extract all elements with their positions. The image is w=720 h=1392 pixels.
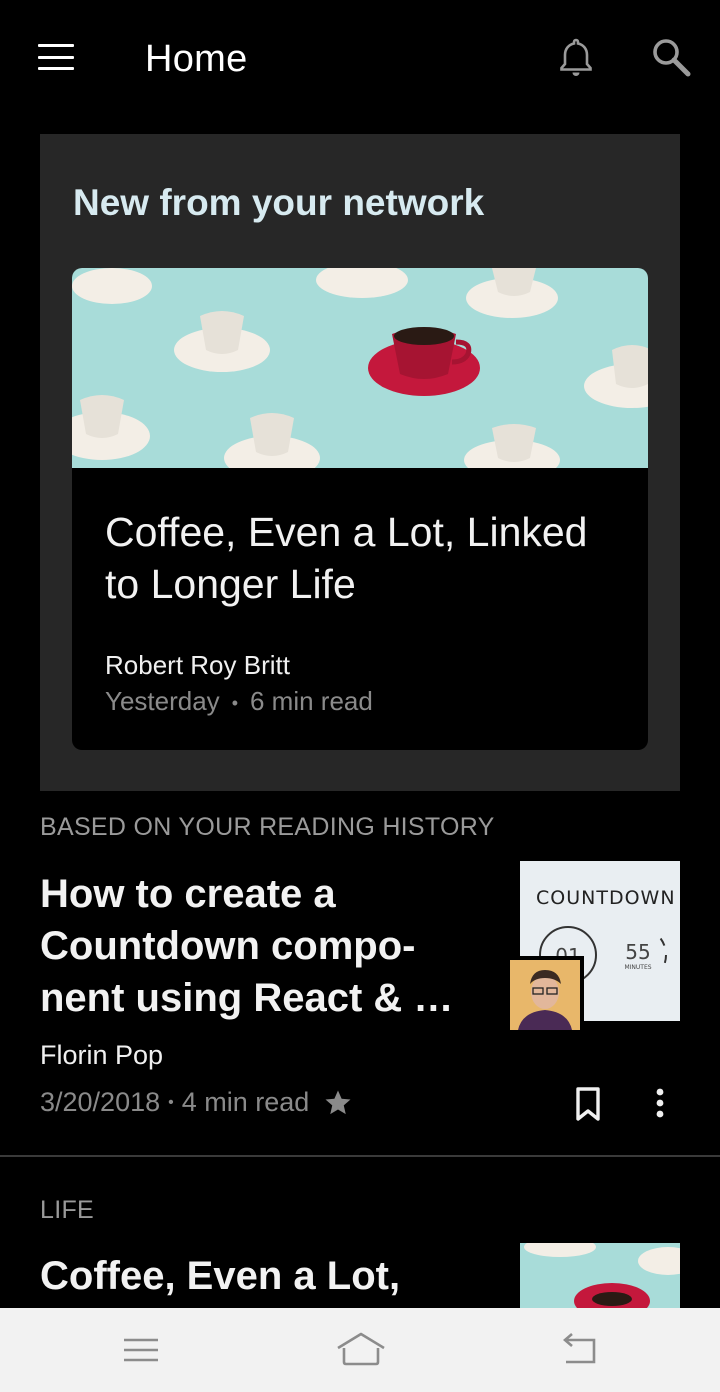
article-title-life[interactable]: Coffee, Even a Lot, bbox=[40, 1250, 490, 1302]
story-title: Coffee, Even a Lot, Linked to Longer Lif… bbox=[105, 509, 588, 607]
section-label-reading-history: BASED ON YOUR READING HISTORY bbox=[40, 813, 495, 841]
page-title: Home bbox=[145, 38, 248, 80]
thumbnail-caption: COUNTDOWN bbox=[536, 887, 676, 909]
section-divider bbox=[0, 1155, 720, 1157]
search-icon[interactable] bbox=[650, 36, 692, 78]
hamburger-menu-icon[interactable] bbox=[38, 44, 74, 70]
section-label-life: LIFE bbox=[40, 1196, 94, 1224]
article-read-time: 4 min read bbox=[181, 1087, 310, 1117]
separator-dot: • bbox=[231, 692, 238, 713]
author-avatar[interactable] bbox=[506, 956, 584, 1034]
separator-dot: • bbox=[168, 1093, 174, 1111]
countdown-number-2: 55 bbox=[625, 940, 650, 964]
bookmark-icon[interactable] bbox=[574, 1086, 602, 1122]
countdown-unit: MINUTES bbox=[624, 964, 651, 971]
coffee-cups-image bbox=[72, 268, 648, 468]
article-author[interactable]: Florin Pop bbox=[40, 1040, 163, 1071]
network-heading: New from your network bbox=[73, 182, 485, 223]
recent-apps-icon[interactable] bbox=[116, 1328, 166, 1372]
home-nav-icon[interactable] bbox=[334, 1328, 388, 1372]
star-icon bbox=[325, 1090, 351, 1114]
article-title[interactable]: How to create a Countdown compo-nent usi… bbox=[40, 868, 490, 1024]
story-read-time: 6 min read bbox=[250, 686, 373, 716]
network-card: New from your network Coffee, Even a Lot… bbox=[40, 134, 680, 791]
bell-icon[interactable] bbox=[556, 36, 596, 78]
article-date: 3/20/2018 bbox=[40, 1087, 161, 1117]
person-portrait bbox=[510, 960, 580, 1030]
more-vert-icon[interactable] bbox=[644, 1086, 676, 1122]
story-author[interactable]: Robert Roy Britt bbox=[105, 650, 290, 681]
back-nav-icon[interactable] bbox=[556, 1328, 606, 1372]
app-bar: Home bbox=[0, 0, 720, 118]
article-meta: 3/20/2018 • 4 min read bbox=[40, 1087, 353, 1118]
story-card[interactable]: Coffee, Even a Lot, Linked to Longer Lif… bbox=[72, 268, 648, 750]
story-date: Yesterday bbox=[105, 686, 220, 716]
article-thumbnail-life[interactable] bbox=[520, 1243, 680, 1313]
story-meta: Yesterday • 6 min read bbox=[105, 686, 373, 717]
system-nav-bar bbox=[0, 1308, 720, 1392]
